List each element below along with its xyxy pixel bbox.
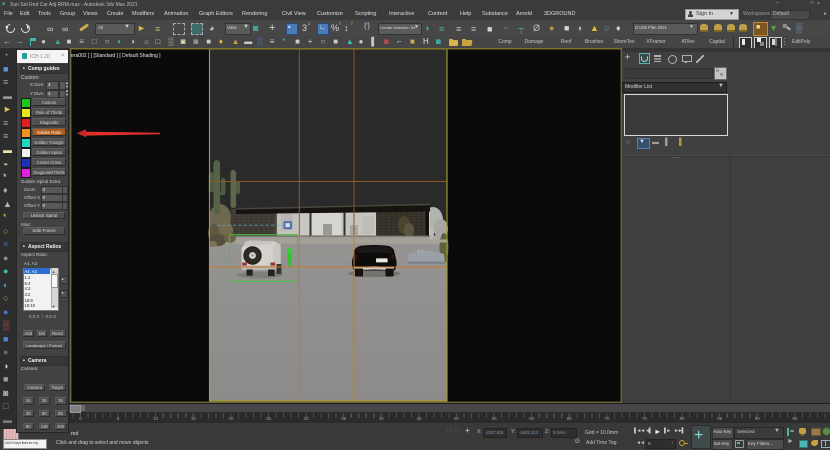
svg-text:era002 ] ] [Standard ] [ Defau: era002 ] ] [Standard ] [ Default Shading… [71, 53, 161, 59]
